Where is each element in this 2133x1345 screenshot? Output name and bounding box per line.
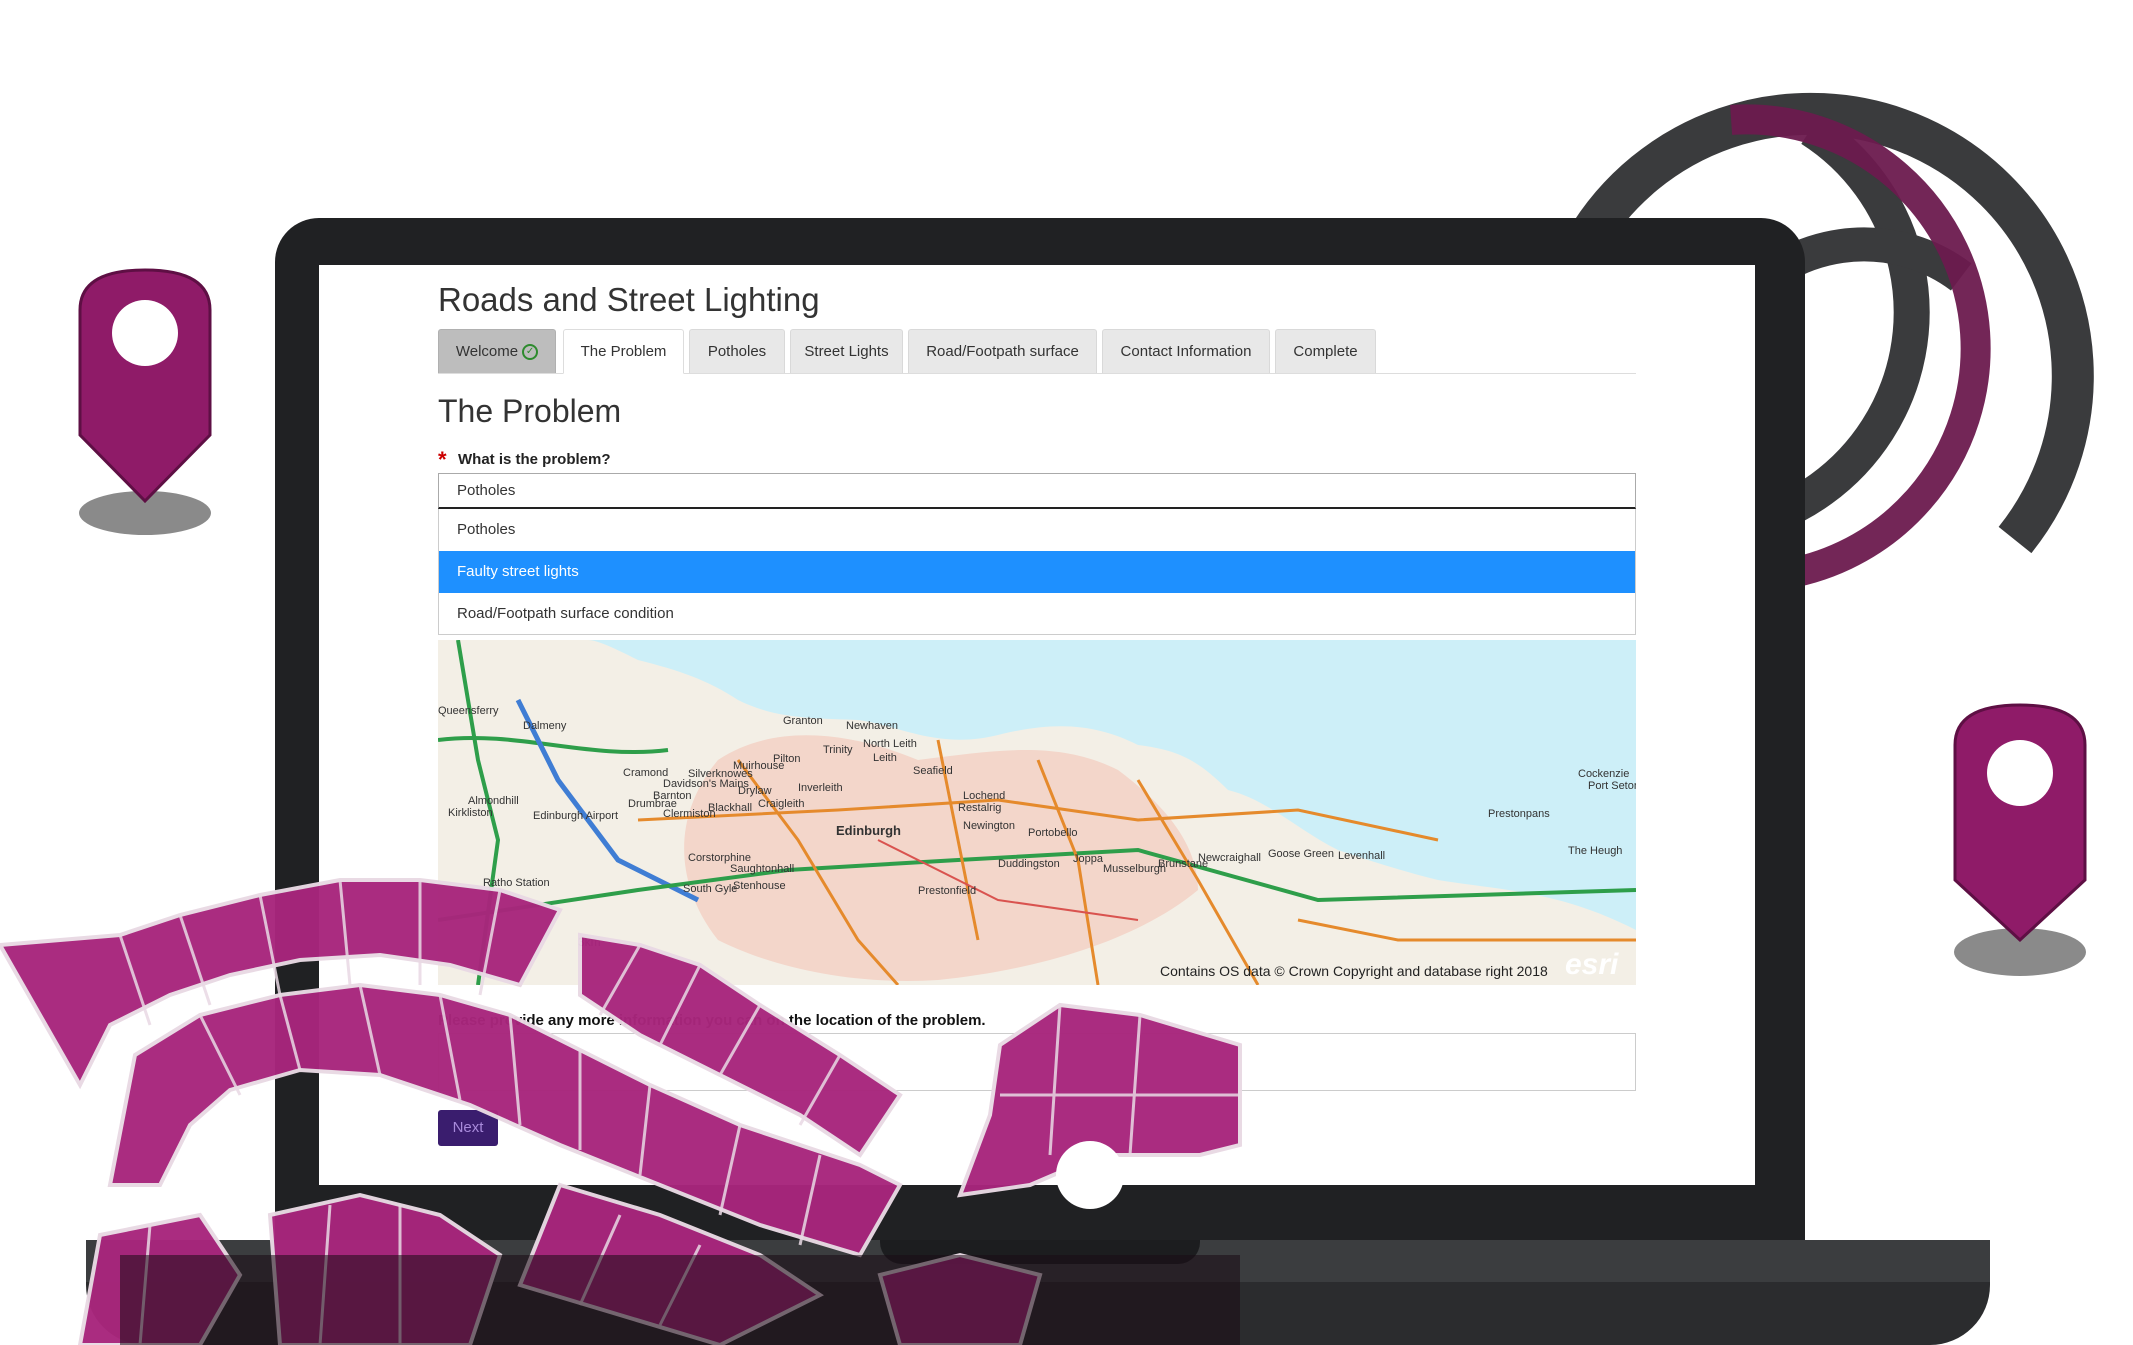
tab-label: Road/Footpath surface [926, 343, 1079, 360]
map-label: Newington [963, 820, 1015, 832]
tab-label: Complete [1293, 343, 1358, 360]
tab-label: The Problem [580, 343, 667, 360]
problem-select[interactable]: Potholes [438, 473, 1636, 509]
dropdown-option-potholes[interactable]: Potholes [439, 509, 1635, 551]
location-pin-icon [1953, 703, 2087, 976]
map-label: Silverknowes [688, 768, 753, 780]
map-label: Dalmeny [523, 720, 567, 732]
map-label: Levenhall [1338, 850, 1386, 862]
city-blocks-graphic [0, 878, 1242, 1345]
tab-label: Potholes [707, 343, 767, 360]
check-circle-icon: ✓ [522, 344, 539, 361]
section-title: The Problem [438, 393, 622, 429]
map-label: Craigleith [758, 798, 805, 810]
map-label: Edinburgh Airport [533, 810, 618, 822]
map-label: Drylaw [738, 785, 772, 797]
map-label: Cramond [623, 767, 669, 779]
map-label: North Leith [863, 738, 917, 750]
dropdown-option-road-footpath-surface[interactable]: Road/Footpath surface condition [439, 593, 1635, 635]
map-label: Inverleith [798, 782, 843, 794]
map-label: Restalrig [958, 802, 1002, 814]
map-label: Queensferry [438, 705, 499, 717]
esri-logo: esri [1565, 948, 1619, 981]
tab-contact-information[interactable]: Contact Information [1102, 329, 1270, 373]
tab-road-footpath-surface[interactable]: Road/Footpath surface [908, 329, 1097, 373]
map-label: Drumbrae [628, 798, 677, 810]
map-label: Leith [873, 752, 897, 764]
map-label: Portobello [1028, 827, 1078, 839]
required-marker: * [438, 447, 447, 472]
location-pin-icon [78, 268, 212, 535]
wizard-tabs: Welcome ✓ The Problem Potholes Street Lig… [438, 329, 1636, 374]
map-label: Lochend [963, 790, 1006, 802]
map-label: Port Seton [1588, 780, 1636, 792]
tab-the-problem[interactable]: The Problem [563, 329, 684, 374]
map-label: Cockenzie [1578, 768, 1630, 780]
dropdown-option-faulty-street-lights[interactable]: Faulty street lights [439, 551, 1635, 593]
map-label: Seafield [913, 765, 953, 777]
tab-street-lights[interactable]: Street Lights [790, 329, 903, 373]
map-label: Almondhill [468, 795, 519, 807]
map-label: Kirkliston [448, 807, 493, 819]
tab-potholes[interactable]: Potholes [689, 329, 785, 373]
tab-label: Contact Information [1120, 343, 1252, 360]
map-label: Granton [783, 715, 823, 727]
page-title: Roads and Street Lighting [438, 281, 820, 318]
tab-label: Welcome [455, 343, 519, 360]
problem-question-label: What is the problem? [458, 451, 611, 468]
map-label: The Heugh [1568, 845, 1623, 857]
map-label: Newhaven [846, 720, 898, 732]
tab-complete[interactable]: Complete [1275, 329, 1376, 373]
tab-label: Street Lights [804, 343, 889, 360]
tab-welcome[interactable]: Welcome ✓ [438, 329, 556, 373]
map-label: Prestonpans [1488, 808, 1550, 820]
map-label: Edinburgh [836, 823, 901, 838]
problem-dropdown-list: Potholes Faulty street lights Road/Footp… [438, 509, 1636, 635]
map-label: Trinity [823, 744, 853, 756]
